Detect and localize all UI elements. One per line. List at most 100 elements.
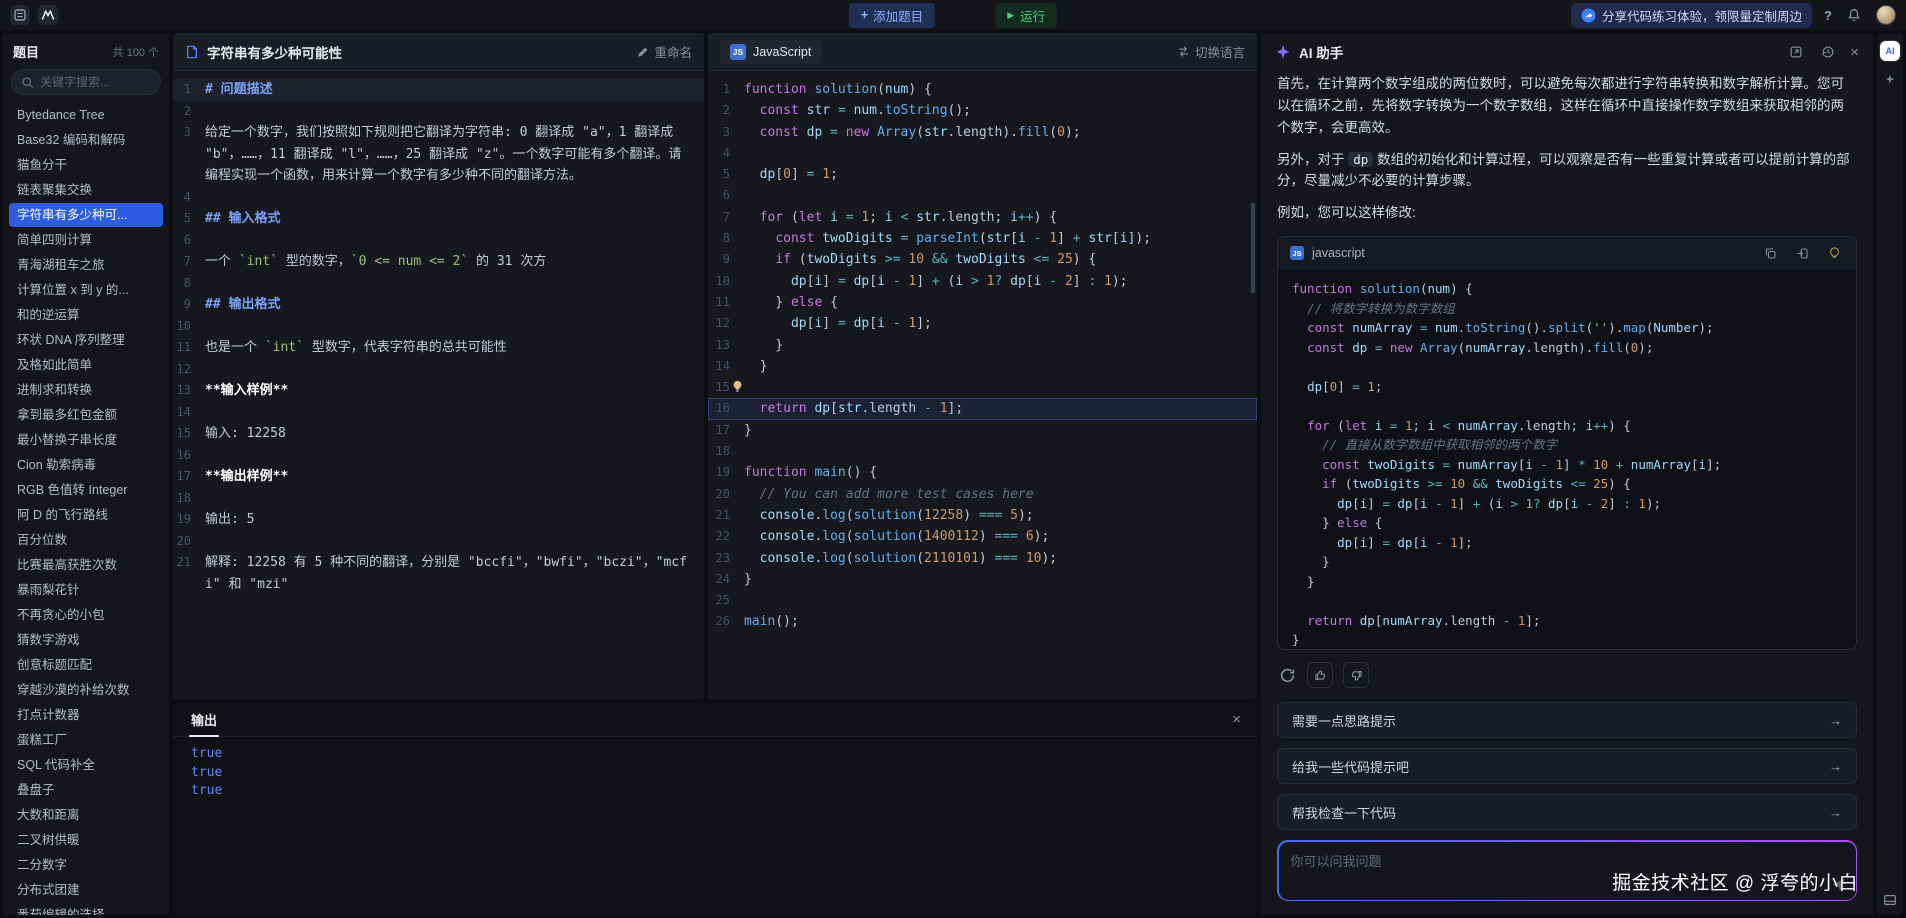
problem-description[interactable]: 1# 问题描述2 3给定一个数字，我们按照如下规则把它翻译为字符串: 0 翻译成… — [173, 71, 704, 699]
sidebar-item[interactable]: 蛋糕工厂 — [9, 728, 163, 752]
marscode-logo[interactable] — [38, 5, 58, 25]
sidebar-item[interactable]: 创意标题匹配 — [9, 653, 163, 677]
sidebar-item[interactable]: 二叉树供暖 — [9, 828, 163, 852]
code-line-text: if (twoDigits >= 10 && twoDigits <= 25) … — [744, 249, 1257, 270]
code-line-text — [744, 590, 1257, 611]
code-line-text: console.log(solution(2110101) === 10); — [744, 548, 1257, 569]
close-icon[interactable]: × — [1232, 711, 1241, 728]
sidebar-item[interactable]: 猜数字游戏 — [9, 628, 163, 652]
rename-button[interactable]: 重命名 — [637, 42, 692, 61]
sidebar-item[interactable]: SQL 代码补全 — [9, 753, 163, 777]
thumbs-down-icon[interactable] — [1343, 662, 1369, 688]
open-in-editor-icon[interactable] — [1786, 42, 1806, 62]
md-line: 9## 输出格式 — [173, 294, 704, 316]
output-tab[interactable]: 输出 — [189, 703, 219, 737]
code-editor[interactable]: 1function solution(num) {2 const str = n… — [708, 71, 1257, 699]
lightbulb-icon[interactable] — [1824, 243, 1844, 263]
help-icon[interactable]: ? — [1824, 8, 1832, 23]
history-icon[interactable] — [1818, 42, 1838, 62]
sidebar-item[interactable]: 拿到最多红包金额 — [9, 403, 163, 427]
line-number: 6 — [708, 185, 744, 206]
switch-language-button[interactable]: 切换语言 — [1177, 42, 1245, 61]
sidebar-item[interactable]: 和的逆运算 — [9, 303, 163, 327]
problem-panel: 字符串有多少种可能性 重命名 1# 问题描述2 3给定一个数字，我们按照如下规则… — [173, 33, 704, 699]
close-icon[interactable]: × — [1850, 44, 1859, 61]
md-line: 5## 输入格式 — [173, 208, 704, 230]
code-line: 22 console.log(solution(1400112) === 6); — [708, 526, 1257, 547]
editor-panel: JS JavaScript 切换语言 1function solution(nu… — [708, 33, 1257, 699]
sidebar-item[interactable]: 环状 DNA 序列整理 — [9, 328, 163, 352]
problem-title: 字符串有多少种可能性 — [207, 42, 342, 62]
ai-suggestion-button[interactable]: 帮我检查一下代码→ — [1277, 794, 1857, 830]
sidebar-item[interactable]: 分布式团建 — [9, 878, 163, 902]
sidebar-item[interactable]: 青海湖租车之旅 — [9, 253, 163, 277]
sidebar-item[interactable]: 比赛最高获胜次数 — [9, 553, 163, 577]
code-line: 12 dp[i] = dp[i - 1]; — [708, 313, 1257, 334]
md-line-text — [205, 316, 704, 338]
promo-banner[interactable]: 分享代码练习体验，领限量定制周边 — [1571, 3, 1812, 28]
add-problem-button[interactable]: + 添加题目 — [849, 3, 935, 28]
run-button[interactable]: ▶ 运行 — [995, 3, 1057, 28]
sidebar-item[interactable]: Base32 编码和解码 — [9, 128, 163, 152]
sidebar-item[interactable]: 不再贪心的小包 — [9, 603, 163, 627]
sidebar-item[interactable]: RGB 色值转 Integer — [9, 478, 163, 502]
sidebar-item[interactable]: Cion 勒索病毒 — [9, 453, 163, 477]
ai-input-field[interactable] — [1291, 851, 1820, 892]
sidebar-item[interactable]: 阿 D 的飞行路线 — [9, 503, 163, 527]
topbar: + 添加题目 ▶ 运行 分享代码练习体验，领限量定制周边 ? — [0, 0, 1906, 30]
language-tab[interactable]: JS JavaScript — [720, 40, 821, 64]
line-number: 14 — [173, 402, 205, 424]
middle-column: 字符串有多少种可能性 重命名 1# 问题描述2 3给定一个数字，我们按照如下规则… — [173, 33, 1257, 915]
run-label: 运行 — [1020, 6, 1045, 25]
sidebar-item[interactable]: 番茄编辑的选择 — [9, 903, 163, 915]
avatar[interactable] — [1876, 5, 1896, 25]
md-line: 13**输入样例** — [173, 380, 704, 402]
plus-icon: + — [861, 8, 868, 22]
md-line: 14 — [173, 402, 704, 424]
sidebar-item[interactable]: 字符串有多少种可... — [9, 203, 163, 227]
sidebar-item[interactable]: 暴雨梨花针 — [9, 578, 163, 602]
sidebar-item[interactable]: 链表聚集交换 — [9, 178, 163, 202]
sidebar-item[interactable]: 大数和距离 — [9, 803, 163, 827]
sidebar-item[interactable]: 最小替换子串长度 — [9, 428, 163, 452]
line-number: 23 — [708, 548, 744, 569]
copy-icon[interactable] — [1760, 243, 1780, 263]
search-icon — [21, 76, 34, 89]
ai-sidebar-button[interactable]: AI — [1880, 41, 1900, 61]
ai-suggestions: 需要一点思路提示→ 给我一些代码提示吧→ 帮我检查一下代码→ — [1277, 702, 1857, 840]
search-box[interactable] — [11, 69, 161, 95]
quickfix-bulb-icon[interactable] — [731, 380, 744, 393]
md-line-text: 一个 `int` 型的数字，`0 <= num <= 2` 的 31 次方 — [205, 251, 704, 273]
ai-code-content[interactable]: function solution(num) { // 将数字转换为数字数组 c… — [1278, 269, 1856, 650]
sidebar-item[interactable]: 计算位置 x 到 y 的... — [9, 278, 163, 302]
assistant-icon[interactable] — [1883, 73, 1897, 87]
sidebar-item[interactable]: 叠盘子 — [9, 778, 163, 802]
ai-sparkle-icon — [1275, 44, 1291, 60]
sidebar-item[interactable]: Bytedance Tree — [9, 103, 163, 127]
sidebar-item[interactable]: 二分数字 — [9, 853, 163, 877]
sidebar-item[interactable]: 百分位数 — [9, 528, 163, 552]
editor-scrollbar[interactable] — [1251, 203, 1255, 293]
sidebar-item[interactable]: 及格如此简单 — [9, 353, 163, 377]
panel-toggle-icon[interactable] — [1883, 893, 1897, 907]
md-line-text — [205, 445, 704, 467]
sidebar-item[interactable]: 简单四则计算 — [9, 228, 163, 252]
sidebar-item[interactable]: 猫鱼分干 — [9, 153, 163, 177]
regenerate-icon[interactable] — [1277, 665, 1297, 685]
search-input[interactable] — [40, 75, 151, 89]
send-icon[interactable] — [1831, 877, 1846, 892]
line-number: 2 — [708, 100, 744, 121]
ai-suggestion-button[interactable]: 需要一点思路提示→ — [1277, 702, 1857, 738]
md-line: 17**输出样例** — [173, 466, 704, 488]
insert-code-icon[interactable] — [1792, 243, 1812, 263]
app-logo[interactable] — [10, 5, 30, 25]
sidebar-item[interactable]: 进制求和转换 — [9, 378, 163, 402]
thumbs-up-icon[interactable] — [1307, 662, 1333, 688]
code-line-text — [744, 185, 1257, 206]
notifications-icon[interactable] — [1844, 5, 1864, 25]
sidebar-item[interactable]: 打点计数器 — [9, 703, 163, 727]
problem-count: 共 100 个 — [113, 44, 159, 60]
ai-code-line: } — [1292, 630, 1842, 650]
sidebar-item[interactable]: 穿越沙漠的补给次数 — [9, 678, 163, 702]
ai-suggestion-button[interactable]: 给我一些代码提示吧→ — [1277, 748, 1857, 784]
